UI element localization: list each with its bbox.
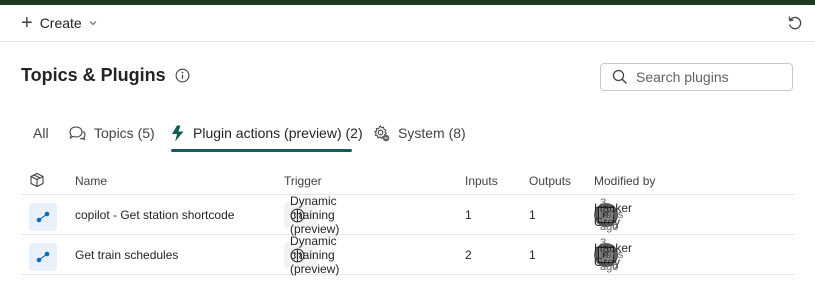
command-bar: + Create — [0, 5, 815, 42]
tab-topics-label: Topics (5) — [94, 125, 155, 141]
plugin-action-icon — [29, 243, 57, 271]
search-box[interactable] — [600, 63, 793, 91]
plugins-table: Name Trigger Inputs Outputs Modified by … — [21, 166, 795, 276]
column-header-outputs[interactable]: Outputs — [529, 174, 571, 188]
plus-icon: + — [21, 12, 33, 34]
table-header: Name Trigger Inputs Outputs Modified by — [21, 166, 795, 195]
column-header-trigger[interactable]: Trigger — [284, 174, 322, 188]
search-input[interactable] — [636, 69, 786, 85]
chat-icon — [69, 125, 86, 141]
gear-icon — [373, 124, 390, 142]
column-header-inputs[interactable]: Inputs — [465, 174, 498, 188]
tab-all-label: All — [33, 125, 49, 141]
modified-by-cell: FF Hacker Grey 3 days ago — [594, 197, 632, 233]
column-header-modified-by[interactable]: Modified by — [594, 174, 655, 188]
plugin-action-icon — [29, 203, 57, 231]
modified-time: 3 days ago — [600, 197, 624, 233]
page-title: Topics & Plugins — [21, 65, 190, 86]
modified-time: 3 days ago — [600, 237, 624, 273]
create-button[interactable]: + Create — [21, 13, 98, 33]
tab-list: All Topics (5) Plugin actions (preview) … — [0, 118, 815, 152]
table-row[interactable]: Get train schedules Dynamic chaining (pr… — [21, 234, 795, 276]
tab-topics[interactable]: Topics (5) — [69, 118, 155, 148]
active-tab-indicator — [171, 149, 352, 152]
trigger-label: Dynamic chaining (preview) — [290, 194, 340, 236]
cube-icon — [29, 172, 45, 191]
tab-plugin-actions-label: Plugin actions (preview) (2) — [193, 125, 363, 141]
modified-by-cell: FF Hacker Grey 3 days ago — [594, 237, 632, 273]
tab-system[interactable]: System (8) — [373, 118, 466, 148]
lightning-icon — [171, 125, 185, 142]
info-icon[interactable] — [175, 68, 190, 83]
table-row[interactable]: copilot - Get station shortcode Dynamic … — [21, 194, 795, 236]
create-label: Create — [39, 15, 82, 31]
column-header-name[interactable]: Name — [75, 174, 107, 188]
page-title-text: Topics & Plugins — [21, 65, 166, 85]
inputs-count: 1 — [465, 208, 472, 222]
inputs-count: 2 — [465, 248, 472, 262]
search-icon — [612, 69, 627, 84]
refresh-icon[interactable] — [787, 15, 803, 31]
plugin-name[interactable]: Get train schedules — [75, 248, 178, 262]
plugin-name[interactable]: copilot - Get station shortcode — [75, 208, 234, 222]
outputs-count: 1 — [529, 248, 536, 262]
trigger-pill: Dynamic chaining (preview) — [284, 194, 339, 236]
outputs-count: 1 — [529, 208, 536, 222]
trigger-label: Dynamic chaining (preview) — [290, 234, 340, 276]
tab-all[interactable]: All — [33, 118, 49, 148]
chevron-down-icon — [89, 21, 97, 26]
tab-system-label: System (8) — [398, 125, 466, 141]
trigger-pill: Dynamic chaining (preview) — [284, 234, 339, 276]
tab-plugin-actions[interactable]: Plugin actions (preview) (2) — [171, 118, 363, 148]
